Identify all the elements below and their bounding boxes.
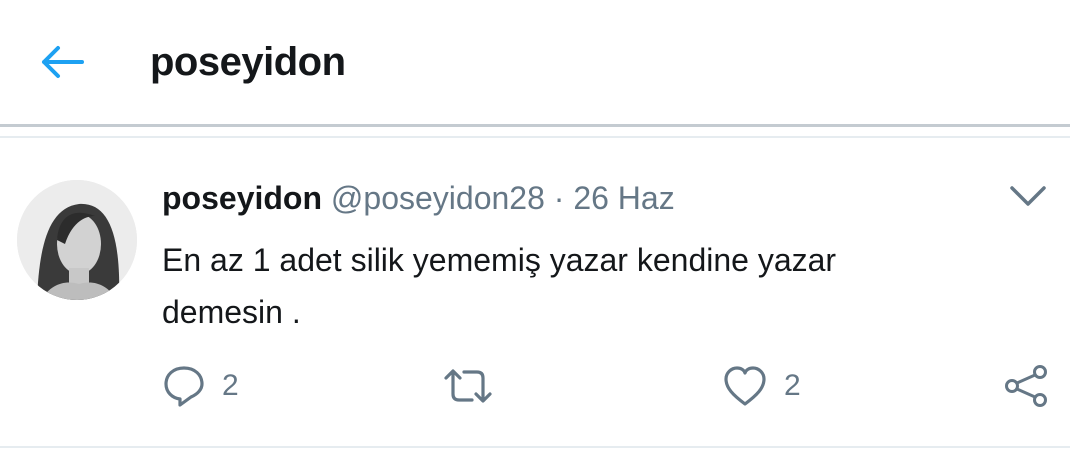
- share-button[interactable]: [1002, 364, 1050, 408]
- retweet-icon: [444, 369, 492, 403]
- tweet-timestamp[interactable]: 26 Haz: [573, 180, 674, 216]
- retweet-button[interactable]: [442, 364, 494, 408]
- like-count: 2: [784, 369, 801, 402]
- reply-icon: [164, 366, 204, 407]
- tweet-text-line: En az 1 adet silik yememiş yazar kendine…: [162, 242, 837, 278]
- back-button[interactable]: [36, 38, 88, 86]
- arrow-left-icon: [42, 46, 84, 78]
- bottom-divider: [0, 446, 1070, 448]
- avatar[interactable]: [17, 180, 137, 300]
- tweet-text-line: demesin .: [162, 294, 301, 330]
- like-button[interactable]: 2: [722, 364, 801, 408]
- app-header: poseyidon: [0, 0, 1070, 124]
- reply-button[interactable]: 2: [162, 364, 239, 408]
- tweet-header: poseyidon @poseyidon28 · 26 Haz: [162, 178, 675, 218]
- author-name[interactable]: poseyidon: [162, 180, 322, 216]
- share-icon: [1005, 365, 1047, 407]
- reply-count: 2: [222, 369, 239, 402]
- page-title: poseyidon: [150, 40, 346, 84]
- tweet-card[interactable]: poseyidon @poseyidon28 · 26 Haz En az 1 …: [0, 138, 1070, 446]
- header-divider: [0, 124, 1070, 127]
- avatar-photo: [17, 180, 137, 300]
- tweet-menu-button[interactable]: [1008, 180, 1048, 212]
- author-handle[interactable]: @poseyidon28: [331, 180, 545, 216]
- tweet-text: En az 1 adet silik yememiş yazar kendine…: [162, 234, 952, 338]
- heart-icon: [724, 366, 766, 406]
- separator-dot: ·: [553, 180, 565, 216]
- chevron-down-icon: [1010, 186, 1046, 206]
